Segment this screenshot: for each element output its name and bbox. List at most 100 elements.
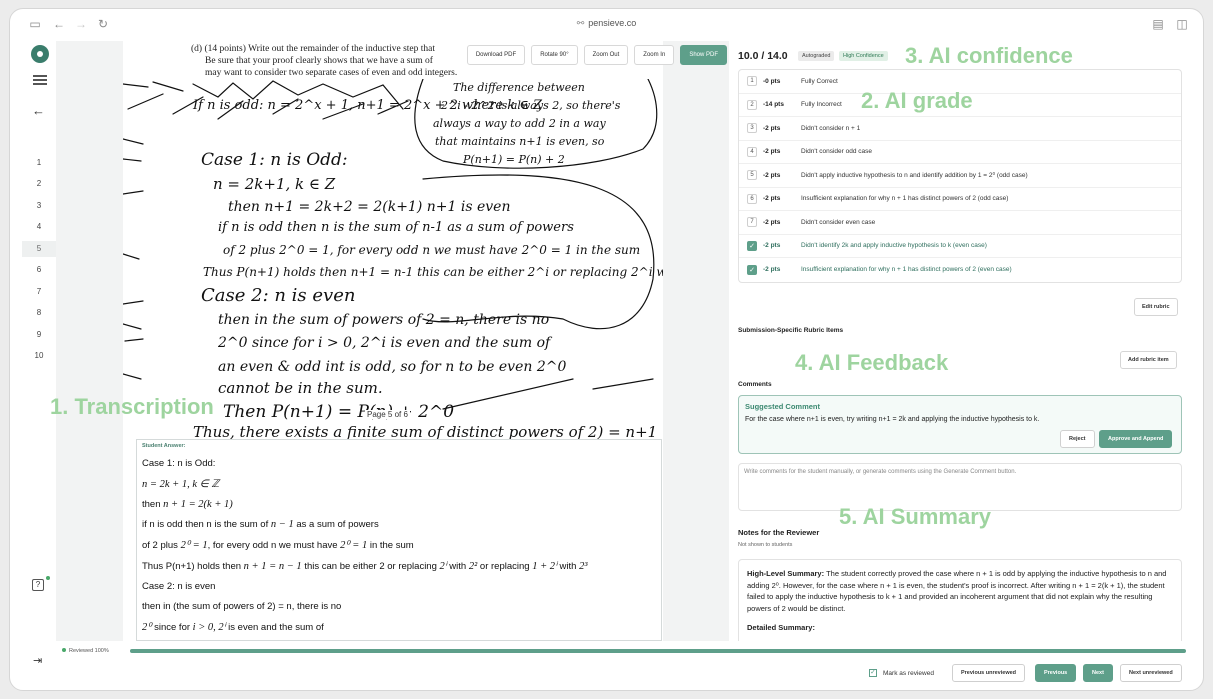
page-nav-4[interactable]: 4 <box>22 219 56 235</box>
overlay-transcription: 1. Transcription <box>50 394 214 419</box>
download-pdf-button[interactable]: Download PDF <box>466 45 526 65</box>
rubric-number[interactable]: 1 <box>747 76 757 87</box>
reader-icon[interactable]: ▤ <box>1151 17 1165 31</box>
next-unreviewed-button[interactable]: Next unreviewed <box>1120 664 1182 682</box>
app-logo[interactable] <box>31 45 49 63</box>
text-segment: this can be either 2 or replacing <box>301 561 440 572</box>
math-segment: 2³ <box>579 561 588 572</box>
hand-line: cannot be in the sum. <box>218 379 383 397</box>
rubric-number[interactable]: 2 <box>747 99 757 110</box>
student-answer-label: Student Answer: <box>142 443 186 449</box>
text-segment: since for <box>151 622 193 633</box>
page-nav-7[interactable]: 7 <box>22 284 56 300</box>
grading-panel: 10.0 / 14.0 Autograded High Confidence 1… <box>734 41 1194 641</box>
page-nav-8[interactable]: 8 <box>22 305 56 321</box>
page-nav-6[interactable]: 6 <box>22 262 56 278</box>
checkbox-icon[interactable]: ✓ <box>869 669 877 677</box>
menu-icon[interactable] <box>33 75 47 85</box>
rubric-item[interactable]: 7 -2 pts Didn't consider even case <box>739 211 1181 235</box>
hand-line: if n is odd then n is the sum of n-1 as … <box>218 220 574 235</box>
hand-case2: Case 2: n is even <box>201 285 355 306</box>
bottom-bar: Reviewed 100% ✓ Mark as reviewed Previous… <box>56 641 1194 687</box>
transcription-panel: Student Answer: Case 1: n is Odd: n = 2k … <box>136 439 662 641</box>
submission-specific-title: Submission-Specific Rubric Items <box>738 327 844 334</box>
previous-unreviewed-button[interactable]: Previous unreviewed <box>952 664 1026 682</box>
page-nav-3[interactable]: 3 <box>22 198 56 214</box>
text-segment: Case 1: n is Odd: <box>142 458 216 469</box>
rubric-points: -2 pts <box>763 195 781 203</box>
zoom-in-button[interactable]: Zoom In <box>634 45 675 65</box>
rubric-points: -2 pts <box>763 171 781 179</box>
hand-line: then n+1 = 2k+2 = 2(k+1) n+1 is even <box>228 199 510 215</box>
progress-dot <box>62 648 66 652</box>
rubric-description: Insufficient explanation for why n + 1 h… <box>801 266 1012 274</box>
rubric-item[interactable]: 4 -2 pts Didn't consider odd case <box>739 141 1181 164</box>
math-segment: 2⁰ = 1 <box>180 540 208 551</box>
zoom-out-button[interactable]: Zoom Out <box>583 45 629 65</box>
status-dot <box>46 576 50 580</box>
rotate-button[interactable]: Rotate 90° <box>531 45 578 65</box>
summary-heading: High-Level Summary: <box>747 569 825 578</box>
progress-label: Reviewed 100% <box>62 648 109 654</box>
margin-note: The difference between <box>453 81 585 94</box>
rubric-description: Didn't consider odd case <box>801 148 872 156</box>
split-view-icon[interactable]: ◫ <box>1175 17 1189 31</box>
transcription-lines: Case 1: n is Odd: n = 2k + 1, k ∈ ℤ then n… <box>142 458 656 633</box>
add-rubric-item-button[interactable]: Add rubric item <box>1120 351 1177 369</box>
math-segment: n + 1 = 2(k + 1) <box>163 499 233 510</box>
page-nav-9[interactable]: 9 <box>22 327 56 343</box>
address-bar[interactable]: ⚯ pensieve.co <box>10 18 1203 29</box>
show-pdf-button[interactable]: Show PDF <box>680 45 727 65</box>
edit-rubric-button[interactable]: Edit rubric <box>1134 298 1178 316</box>
address-text: pensieve.co <box>588 18 637 28</box>
viewer-toolbar: Download PDF Rotate 90° Zoom Out Zoom In… <box>466 45 727 65</box>
reject-button[interactable]: Reject <box>1060 430 1095 448</box>
margin-note: 2^i - 2^2 is always 2, so there's <box>440 99 621 112</box>
document-viewer: (d) (14 points) Write out the remainder … <box>56 41 729 641</box>
back-arrow-icon[interactable]: ← <box>32 103 45 118</box>
rubric-number[interactable]: 7 <box>747 217 757 228</box>
approve-append-button[interactable]: Approve and Append <box>1099 430 1173 448</box>
text-segment: or replacing <box>477 561 533 572</box>
logout-icon[interactable]: ⇥ <box>33 654 42 667</box>
hand-line: Thus, there exists a finite sum of disti… <box>193 423 657 439</box>
rubric-description: Didn't consider n + 1 <box>801 124 861 132</box>
rubric-item[interactable]: 6 -2 pts Insufficient explanation for why … <box>739 188 1181 211</box>
text-segment: then <box>142 499 164 510</box>
transcription-line: Case 2: n is even <box>142 581 656 592</box>
rubric-item[interactable]: ✓ -2 pts Didn't identify 2k and apply indu… <box>739 235 1181 258</box>
text-segment: , for every odd n we must have <box>207 540 341 551</box>
next-button[interactable]: Next <box>1083 664 1113 682</box>
page-nav-10[interactable]: 10 <box>22 348 56 364</box>
hand-line: 2^0 since for i > 0, 2^i is even and the… <box>217 335 553 351</box>
rubric-item[interactable]: ✓ -2 pts Insufficient explanation for why … <box>739 258 1181 282</box>
help-icon[interactable]: ? <box>32 579 44 591</box>
margin-note: always a way to add 2 in a way <box>433 117 606 130</box>
previous-button[interactable]: Previous <box>1035 664 1077 682</box>
rubric-points: -14 pts <box>763 101 784 109</box>
mark-reviewed[interactable]: ✓ Mark as reviewed <box>869 669 934 677</box>
suggested-comment-title: Suggested Comment <box>745 402 821 411</box>
math-segment: 1 + 2ⁱ <box>532 561 557 572</box>
rubric-checkbox-checked[interactable]: ✓ <box>747 240 757 251</box>
rubric-number[interactable]: 6 <box>747 193 757 204</box>
margin-note: P(n+1) = P(n) + 2 <box>462 153 565 166</box>
margin-note: that maintains n+1 is even, so <box>435 135 605 148</box>
rubric-description: Didn't identify 2k and apply inductive h… <box>801 242 987 250</box>
page-nav-2[interactable]: 2 <box>22 176 56 192</box>
rubric-number[interactable]: 5 <box>747 170 757 181</box>
rubric-number[interactable]: 3 <box>747 123 757 134</box>
page-nav-5[interactable]: 5 <box>22 241 56 257</box>
text-segment: in the sum <box>367 540 414 551</box>
math-segment: 2⁰ = 1 <box>340 540 368 551</box>
rubric-item[interactable]: 3 -2 pts Didn't consider n + 1 <box>739 117 1181 141</box>
rubric-item[interactable]: 5 -2 pts Didn't apply inductive hypothesis… <box>739 164 1181 188</box>
confidence-badge: High Confidence <box>839 51 888 61</box>
transcription-line: 2⁰ since for i > 0, 2ⁱ is even and the s… <box>142 621 656 633</box>
math-segment: n − 1 <box>270 519 294 530</box>
rubric-number[interactable]: 4 <box>747 146 757 157</box>
rubric-checkbox-checked[interactable]: ✓ <box>747 264 757 275</box>
rubric-description: Fully Correct <box>801 77 838 85</box>
page-nav-1[interactable]: 1 <box>22 155 56 171</box>
hand-line: of 2 plus 2^0 = 1, for every odd n we mu… <box>223 243 640 257</box>
